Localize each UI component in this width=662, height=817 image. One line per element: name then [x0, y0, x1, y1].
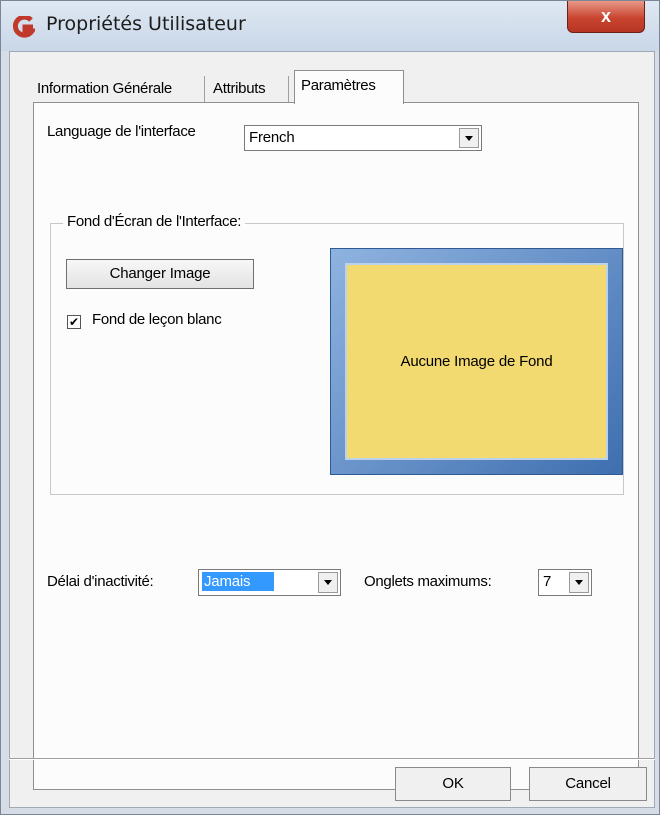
footer-separator — [9, 758, 655, 760]
chevron-down-icon — [465, 136, 473, 141]
inactivity-label: Délai d'inactivité: — [47, 573, 154, 590]
app-logo-icon — [13, 16, 35, 38]
max-tabs-label: Onglets maximums: — [364, 573, 492, 590]
close-button[interactable]: x — [567, 1, 645, 33]
chevron-down-icon — [575, 580, 583, 585]
ok-button[interactable]: OK — [395, 767, 511, 801]
change-image-button[interactable]: Changer Image — [66, 259, 254, 289]
properties-dialog: Propriétés Utilisateur x Information Gén… — [0, 0, 660, 815]
max-tabs-select[interactable]: 7 — [538, 569, 592, 596]
background-group-title: Fond d'Écran de l'Interface: — [63, 213, 246, 230]
settings-panel: Language de l'interface French Fond d'Éc… — [33, 102, 639, 790]
title-bar[interactable]: Propriétés Utilisateur x — [1, 1, 659, 51]
language-dropdown-button[interactable] — [459, 128, 479, 148]
background-preview: Aucune Image de Fond — [330, 248, 623, 475]
window-title: Propriétés Utilisateur — [46, 13, 246, 35]
tab-information-generale[interactable]: Information Générale — [33, 76, 205, 102]
tab-attributs[interactable]: Attributs — [209, 76, 289, 102]
cancel-button[interactable]: Cancel — [529, 767, 647, 801]
inactivity-select[interactable]: Jamais — [198, 569, 341, 596]
white-lesson-bg-label: Fond de leçon blanc — [92, 311, 222, 328]
background-preview-area: Aucune Image de Fond — [345, 263, 608, 460]
language-value: French — [249, 129, 295, 146]
chevron-down-icon — [324, 580, 332, 585]
dialog-client-area: Information Générale Attributs Paramètre… — [9, 51, 655, 808]
max-tabs-value: 7 — [543, 573, 552, 590]
tab-parametres[interactable]: Paramètres — [294, 70, 404, 104]
max-tabs-dropdown-button[interactable] — [569, 572, 589, 593]
language-label: Language de l'interface — [47, 123, 196, 140]
checkmark-icon: ✔ — [68, 315, 80, 329]
preview-text: Aucune Image de Fond — [400, 353, 553, 370]
inactivity-value: Jamais — [202, 572, 275, 591]
language-select[interactable]: French — [244, 125, 482, 151]
close-icon: x — [600, 6, 611, 26]
white-lesson-bg-checkbox[interactable]: ✔ — [67, 315, 81, 329]
inactivity-dropdown-button[interactable] — [318, 572, 338, 593]
